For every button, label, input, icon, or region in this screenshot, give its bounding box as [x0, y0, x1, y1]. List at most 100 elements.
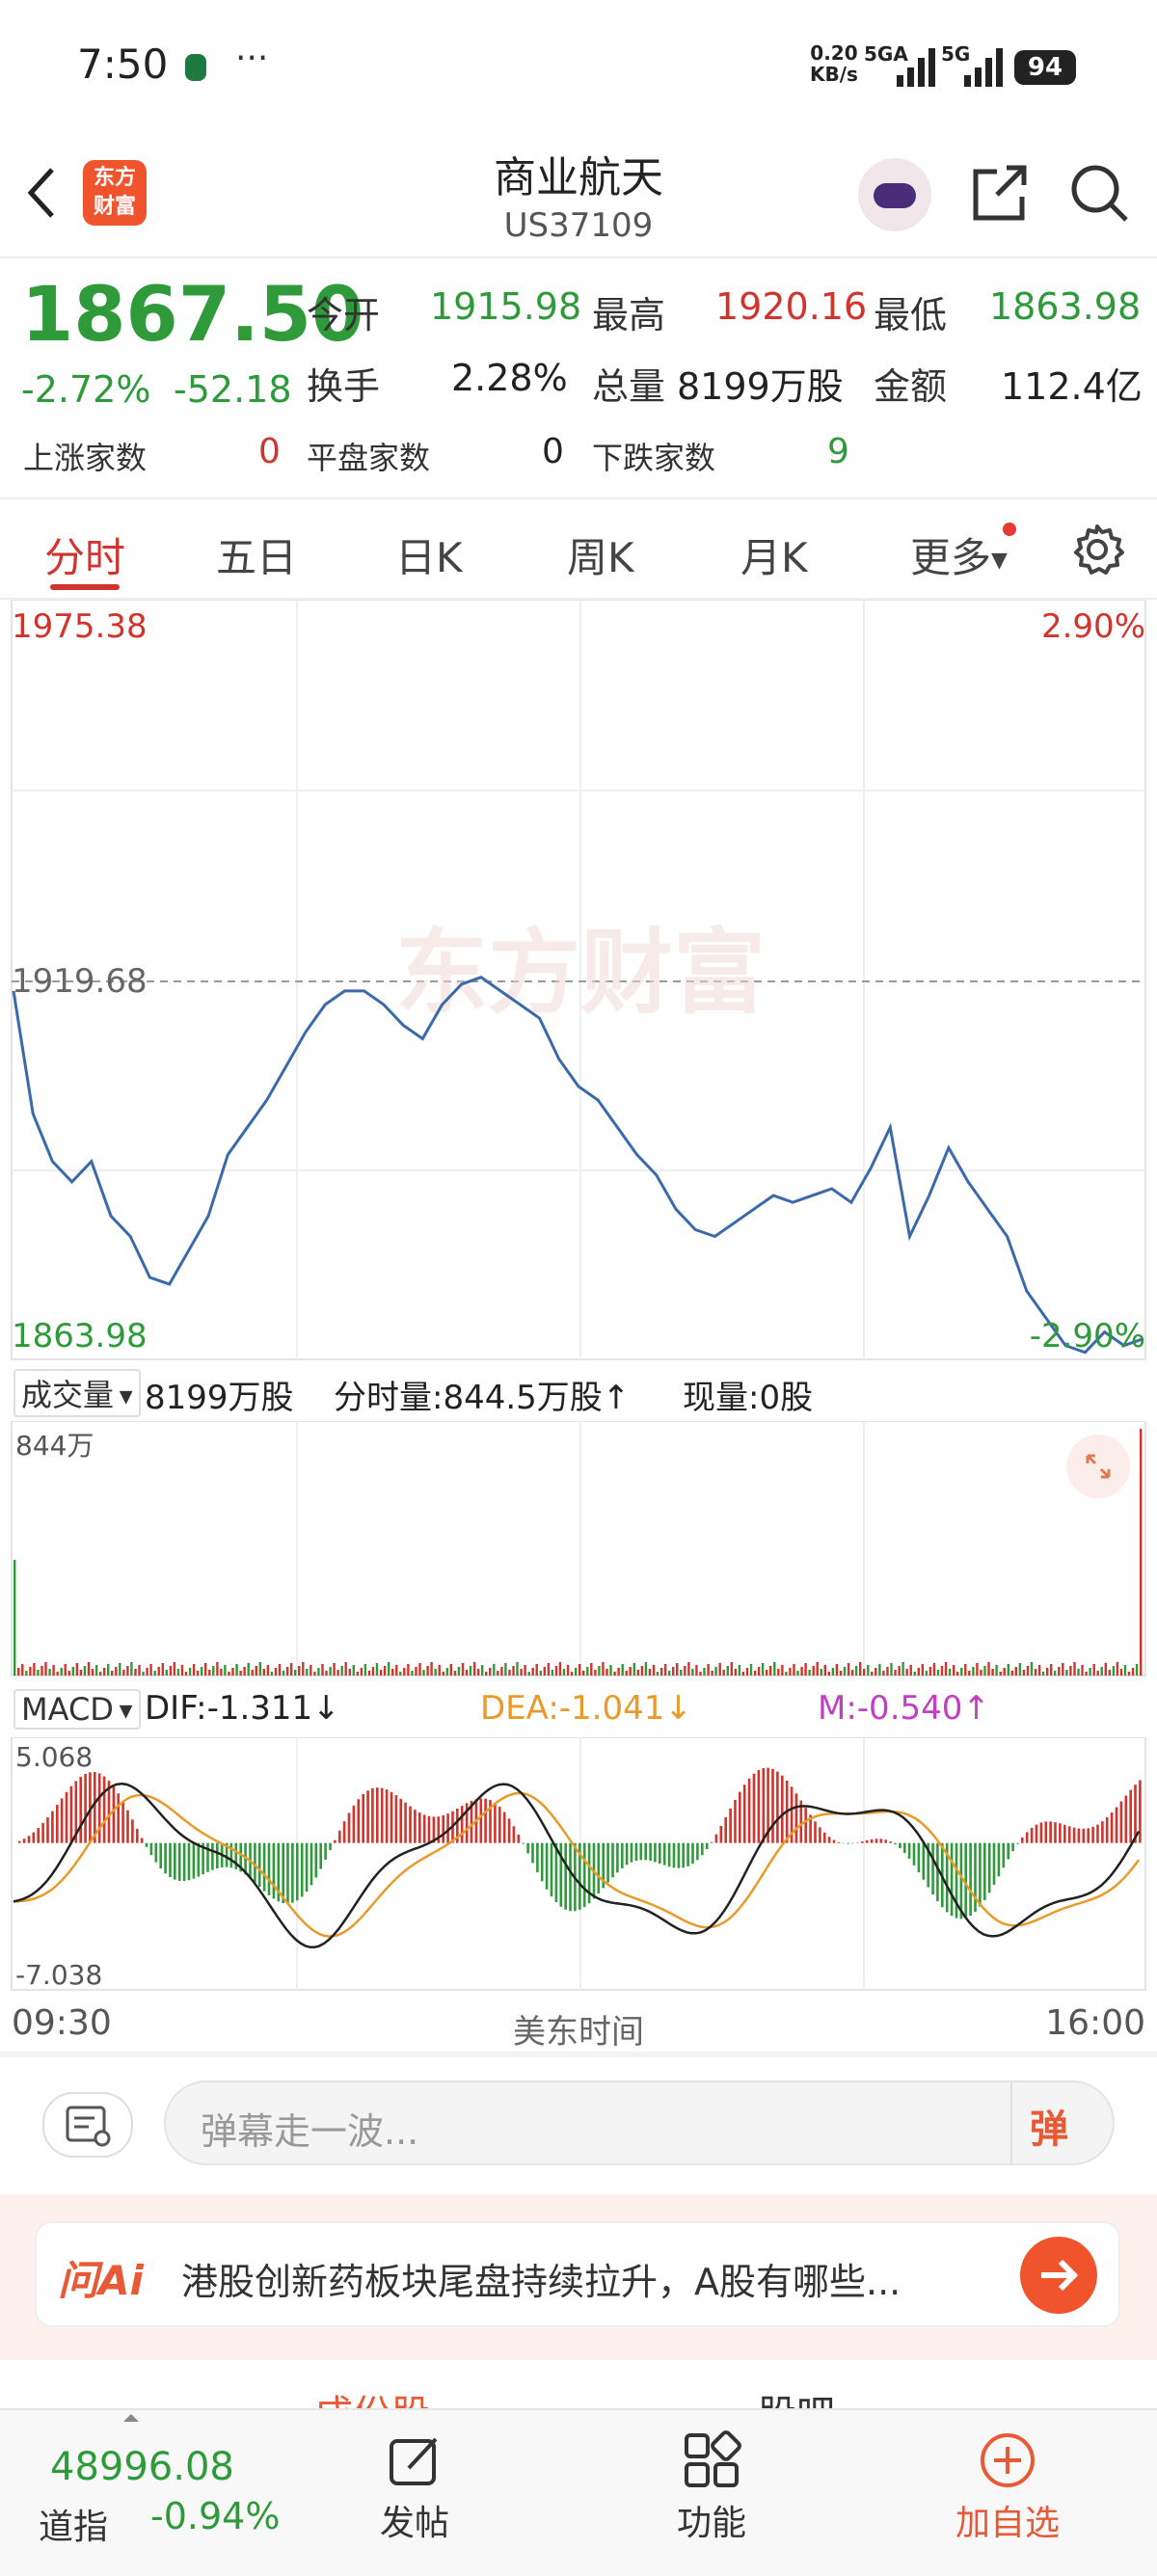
macd-bar	[103, 1777, 106, 1843]
comment-list-icon[interactable]	[42, 2092, 133, 2158]
macd-chart[interactable]	[0, 1737, 1157, 1996]
settings-icon[interactable]	[1070, 523, 1124, 580]
volume-bar	[497, 1671, 498, 1676]
add-watchlist-button[interactable]: 加自选	[945, 2416, 1070, 2570]
price-chart[interactable]: 东方财富	[0, 600, 1157, 1361]
edit-icon	[384, 2429, 445, 2491]
volume-bar	[1008, 1664, 1009, 1676]
macd-bar	[1116, 1808, 1118, 1843]
macd-bar	[188, 1843, 191, 1881]
index-name[interactable]: 道指	[39, 2499, 108, 2549]
tab-weekly-k[interactable]: 周K	[567, 525, 634, 584]
share-icon[interactable]	[968, 162, 1030, 228]
volume-bar	[813, 1666, 815, 1676]
volume-bar	[302, 1662, 304, 1676]
plus-circle-icon	[977, 2429, 1038, 2491]
volume-bar	[231, 1668, 233, 1676]
macd-bar	[673, 1843, 676, 1868]
volume-bar	[796, 1671, 798, 1676]
volume-selector[interactable]: 成交量 ▼	[13, 1369, 141, 1417]
volume-chart[interactable]	[0, 1421, 1157, 1681]
volume-bar	[1132, 1668, 1134, 1676]
function-button[interactable]: 功能	[663, 2416, 760, 2570]
volume-bar	[193, 1664, 195, 1676]
volume-bar	[306, 1669, 308, 1676]
volume-bar	[1101, 1667, 1103, 1676]
tab-intraday-indicator	[50, 584, 120, 590]
macd-bar	[343, 1821, 346, 1842]
danmu-button[interactable]: 弹	[1030, 2098, 1068, 2154]
tab-intraday[interactable]: 分时	[44, 525, 125, 584]
macd-bar	[301, 1843, 304, 1897]
macd-bar	[993, 1843, 996, 1885]
macd-selector[interactable]: MACD ▼	[13, 1689, 141, 1730]
net-speed: 0.20 KB/s	[810, 42, 858, 85]
volume-bar	[290, 1663, 292, 1676]
macd-bar	[211, 1843, 214, 1870]
macd-bar	[353, 1806, 356, 1843]
volume-bar	[723, 1670, 725, 1676]
macd-bar	[498, 1807, 501, 1843]
volume-bar	[711, 1671, 713, 1676]
danmu-button-label: 弹	[1030, 2107, 1068, 2152]
volume-bar	[898, 1666, 900, 1676]
macd-bar	[1016, 1843, 1019, 1844]
volume-bar	[855, 1666, 857, 1676]
macd-bar	[51, 1811, 54, 1843]
index-change[interactable]: -0.94%	[150, 2495, 280, 2537]
tab-more[interactable]: 更多▼	[910, 525, 1008, 584]
volume-bar	[1019, 1663, 1021, 1676]
volume-bar	[391, 1669, 393, 1676]
volume-bar	[594, 1670, 596, 1676]
macd-bar	[1083, 1829, 1086, 1843]
tab-monthly-k[interactable]: 月K	[740, 525, 808, 584]
macd-m: M:-0.540↑	[818, 1689, 990, 1728]
volume-bar	[357, 1672, 359, 1676]
volume-bar	[785, 1672, 787, 1676]
volume-bar	[1027, 1666, 1029, 1676]
volume-bar	[462, 1663, 464, 1676]
macd-bar	[536, 1843, 539, 1872]
volume-scale: 844万	[15, 1425, 94, 1463]
tab-five-day[interactable]: 五日	[216, 525, 297, 584]
volume-bar	[298, 1666, 300, 1676]
volume-bar	[746, 1668, 748, 1676]
volume-bar	[500, 1667, 502, 1676]
volume-bar	[126, 1666, 128, 1676]
ai-banner[interactable]: 问Ai 港股创新药板块尾盘持续拉升，A股有哪些...	[35, 2221, 1120, 2327]
volume-bar	[1004, 1668, 1006, 1676]
macd-bar	[121, 1802, 124, 1843]
macd-bar	[814, 1821, 817, 1842]
volume-bar	[493, 1664, 495, 1676]
volume-bar	[166, 1670, 168, 1676]
danmu-input[interactable]: 弹幕走一波... 弹	[164, 2080, 1115, 2165]
volume-bar	[622, 1664, 624, 1676]
tab-forum[interactable]: 股吧	[758, 2383, 835, 2408]
ai-assistant-avatar[interactable]	[858, 158, 931, 231]
volume-bar	[1093, 1664, 1095, 1676]
volume-bar	[435, 1669, 437, 1676]
volume-bar	[197, 1671, 199, 1676]
volume-bar	[695, 1665, 697, 1676]
arrow-right-icon[interactable]	[1020, 2237, 1097, 2314]
grid-icon	[681, 2429, 742, 2491]
volume-bar	[204, 1663, 206, 1676]
index-value[interactable]: 48996.08	[50, 2445, 234, 2489]
tab-daily-k[interactable]: 日K	[395, 525, 463, 584]
volume-bar	[980, 1670, 982, 1676]
macd-bar	[46, 1817, 49, 1843]
volume-bar	[657, 1672, 659, 1676]
change-percent: -2.72%	[21, 368, 150, 411]
tab-components[interactable]: 成份股	[314, 2383, 430, 2408]
volume-bar	[991, 1669, 993, 1676]
volume-bar	[668, 1671, 670, 1676]
macd-bar	[1078, 1829, 1081, 1843]
macd-bar	[691, 1843, 694, 1865]
post-button[interactable]: 发帖	[366, 2416, 463, 2570]
macd-bar	[1045, 1822, 1048, 1843]
expand-icon[interactable]	[1066, 1435, 1130, 1498]
macd-bar	[908, 1843, 911, 1859]
search-icon[interactable]	[1068, 162, 1132, 229]
volume-bar	[520, 1669, 522, 1676]
volume-bar	[220, 1669, 222, 1676]
